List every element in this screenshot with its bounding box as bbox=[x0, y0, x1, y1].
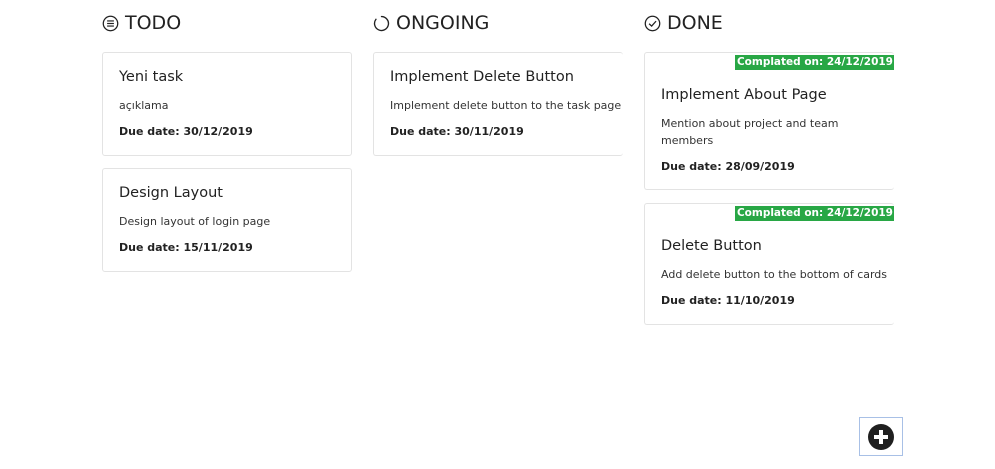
task-title: Implement Delete Button bbox=[390, 69, 574, 85]
task-title: Implement About Page bbox=[661, 87, 827, 103]
task-description: Add delete button to the bottom of cards bbox=[661, 268, 888, 281]
task-card[interactable]: Complated on: 24/12/2019 Implement About… bbox=[644, 52, 894, 190]
completed-badge: Complated on: 24/12/2019 bbox=[734, 206, 894, 221]
task-due-date: Due date: 30/12/2019 bbox=[119, 125, 253, 138]
task-card[interactable]: Design Layout Design layout of login pag… bbox=[102, 168, 352, 272]
plus-circle-icon bbox=[867, 423, 895, 451]
task-title: Design Layout bbox=[119, 185, 223, 201]
spinner-icon bbox=[373, 15, 390, 32]
task-card[interactable]: Complated on: 24/12/2019 Delete Button A… bbox=[644, 203, 894, 325]
todo-column-header: TODO bbox=[102, 10, 181, 36]
todo-column-title: TODO bbox=[125, 12, 182, 34]
task-due-date: Due date: 30/11/2019 bbox=[390, 125, 524, 138]
task-card[interactable]: Implement Delete Button Implement delete… bbox=[373, 52, 623, 156]
task-due-date: Due date: 15/11/2019 bbox=[119, 241, 253, 254]
task-title: Yeni task bbox=[119, 69, 184, 85]
task-due-date: Due date: 11/10/2019 bbox=[661, 294, 795, 307]
task-description: Design layout of login page bbox=[119, 215, 271, 228]
task-description: Mention about project and team members bbox=[661, 117, 839, 147]
task-card[interactable]: Yeni task açıklama Due date: 30/12/2019 bbox=[102, 52, 352, 156]
kanban-board: TODO Yeni task açıklama Due date: 30/12/… bbox=[0, 0, 995, 469]
done-column-header: DONE bbox=[644, 10, 723, 36]
done-column-title: DONE bbox=[667, 12, 723, 34]
add-task-button[interactable] bbox=[859, 417, 903, 456]
list-circle-icon bbox=[102, 15, 119, 32]
task-due-date: Due date: 28/09/2019 bbox=[661, 160, 795, 173]
ongoing-column-title: ONGOING bbox=[396, 12, 490, 34]
task-description: açıklama bbox=[119, 99, 169, 112]
task-title: Delete Button bbox=[661, 238, 762, 254]
ongoing-column-header: ONGOING bbox=[373, 10, 489, 36]
check-circle-icon bbox=[644, 15, 661, 32]
completed-badge: Complated on: 24/12/2019 bbox=[734, 55, 894, 70]
task-description: Implement delete button to the task page bbox=[390, 99, 622, 112]
